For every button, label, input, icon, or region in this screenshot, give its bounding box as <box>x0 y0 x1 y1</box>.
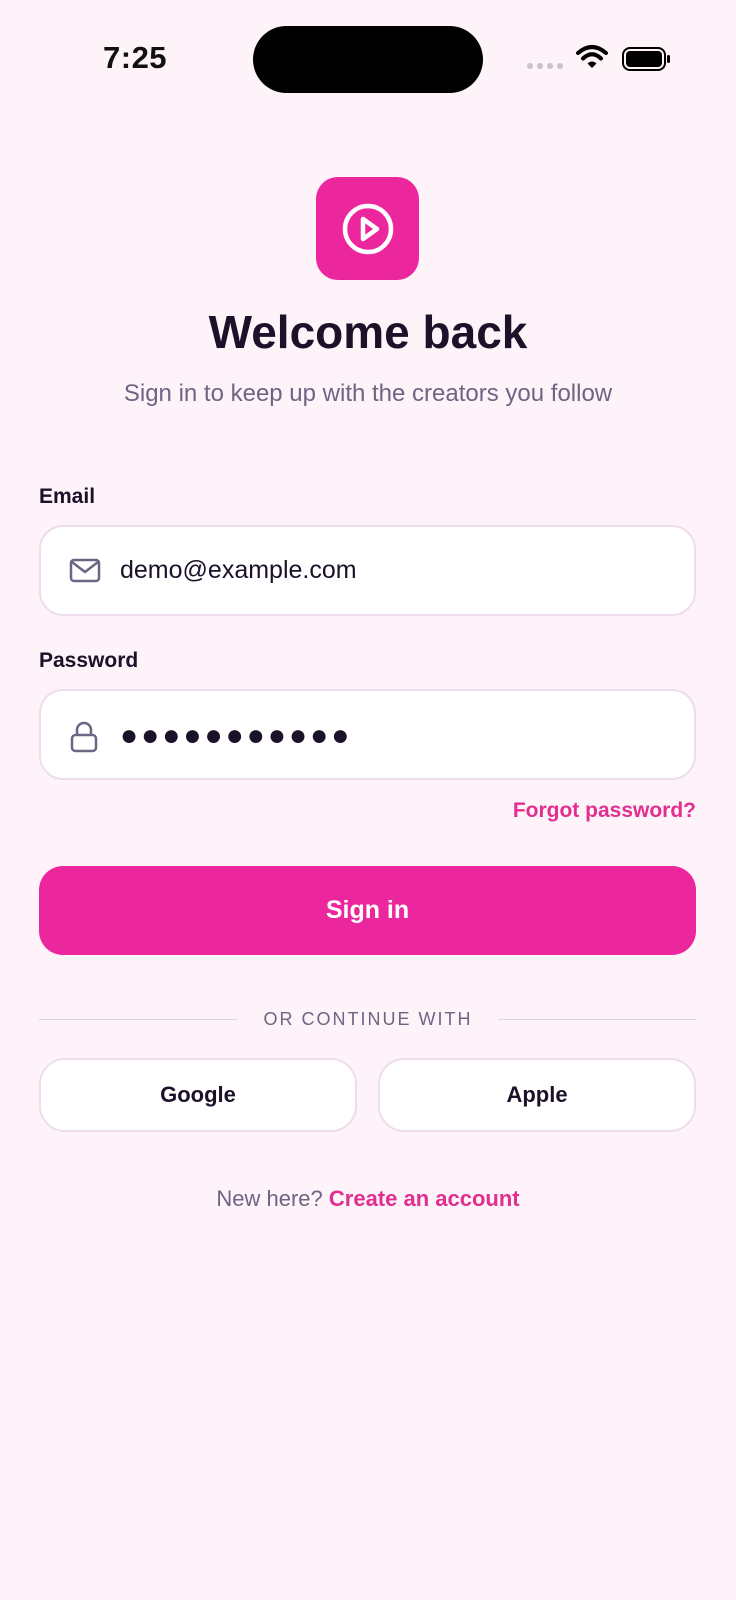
wifi-icon <box>576 45 608 68</box>
page-subtitle: Sign in to keep up with the creators you… <box>123 380 613 407</box>
play-circle-icon <box>342 203 393 254</box>
email-value: demo@example.com <box>120 556 357 584</box>
signup-prompt: New here? Create an account <box>0 1186 736 1212</box>
cellular-signal-icon <box>527 63 563 69</box>
create-account-link[interactable]: Create an account <box>329 1186 520 1211</box>
mail-icon <box>69 558 101 583</box>
google-sign-in-button[interactable]: Google <box>39 1058 357 1132</box>
email-field[interactable]: demo@example.com <box>39 525 696 616</box>
sign-in-button[interactable]: Sign in <box>39 866 696 955</box>
app-logo <box>316 177 419 280</box>
forgot-password-link[interactable]: Forgot password? <box>513 799 696 823</box>
lock-icon <box>70 721 98 753</box>
password-field[interactable]: ●●●●●●●●●●● <box>39 689 696 780</box>
battery-icon <box>622 47 670 71</box>
password-label: Password <box>39 649 139 672</box>
divider-line-right <box>498 1019 696 1020</box>
status-bar: 7:25 <box>0 0 736 120</box>
email-label: Email <box>39 485 96 508</box>
password-value: ●●●●●●●●●●● <box>120 719 353 752</box>
dynamic-island <box>253 26 483 93</box>
apple-sign-in-button[interactable]: Apple <box>378 1058 696 1132</box>
status-time: 7:25 <box>103 40 168 75</box>
page-title: Welcome back <box>208 306 528 358</box>
signup-prompt-text: New here? <box>216 1186 323 1211</box>
